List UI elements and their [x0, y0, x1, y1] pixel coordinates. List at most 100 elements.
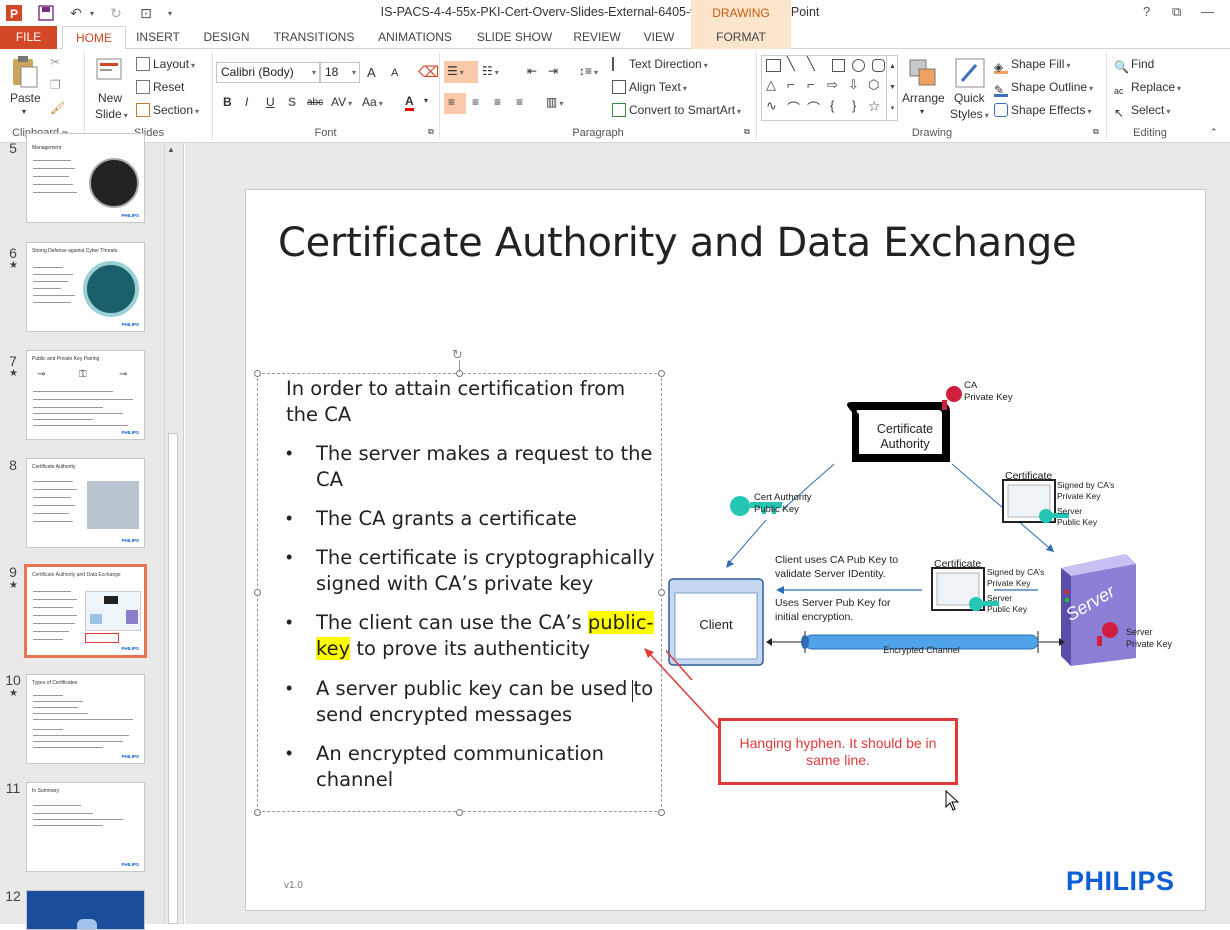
change-case-button[interactable]: Aa ▾	[362, 95, 383, 109]
resize-handle[interactable]	[658, 809, 665, 816]
slide-thumbnail-7[interactable]: Public and Private Key Pairing ⊸ ⚿ ⊸ PHI…	[26, 350, 145, 440]
resize-handle[interactable]	[254, 589, 261, 596]
reset-button[interactable]: Reset	[136, 80, 184, 94]
arrange-dropdown-icon[interactable]: ▾	[920, 107, 924, 116]
shape-effects-button[interactable]: Shape Effects ▾	[994, 103, 1092, 117]
font-family-combo[interactable]: Calibri (Body) ▾	[216, 62, 320, 83]
star-shape-icon[interactable]: ☆	[868, 98, 881, 115]
text-direction-button[interactable]: Text Direction ▾	[612, 57, 708, 71]
slide-thumbnail-11[interactable]: In Summary PHILIPS	[26, 782, 145, 872]
font-size-combo[interactable]: 18 ▾	[320, 62, 360, 83]
decrease-indent-button[interactable]: ⇤	[527, 64, 537, 78]
resize-handle[interactable]	[658, 589, 665, 596]
curve-shape-icon[interactable]: ⌒	[787, 98, 800, 117]
resize-handle[interactable]	[456, 809, 463, 816]
quick-styles-icon[interactable]	[954, 57, 986, 92]
paste-dropdown-icon[interactable]: ▾	[22, 107, 26, 116]
align-right-button[interactable]: ≡	[494, 95, 501, 109]
oval-shape-icon[interactable]	[852, 59, 865, 72]
left-brace-shape-icon[interactable]: {	[830, 98, 834, 113]
text-box-shape-icon[interactable]	[766, 59, 781, 72]
section-button[interactable]: Section ▾	[136, 103, 199, 117]
align-center-button[interactable]: ≡	[472, 95, 479, 109]
paste-icon[interactable]	[9, 55, 39, 94]
rectangle-shape-icon[interactable]	[832, 59, 845, 72]
slide-thumbnail-9-selected[interactable]: Certificate Authority and Data Exchange …	[24, 564, 147, 658]
new-slide-label-1[interactable]: New	[98, 91, 122, 105]
paragraph-dialog-launcher-icon[interactable]: ⧉	[744, 127, 750, 137]
arrange-button[interactable]: Arrange	[902, 91, 945, 105]
slide-thumbnail-12[interactable]	[26, 890, 145, 930]
rotate-handle-icon[interactable]: ↻	[452, 347, 463, 363]
tab-animations[interactable]: ANIMATIONS	[372, 26, 458, 49]
gallery-scroll[interactable]: ▲ ▼ ▾	[886, 56, 898, 120]
bold-button[interactable]: B	[223, 95, 232, 109]
clear-formatting-icon[interactable]: ⌫	[418, 63, 439, 81]
resize-handle[interactable]	[254, 809, 261, 816]
shapes-gallery[interactable]: ╲ ╲ △ ⌐ ⌐ ⇨ ⇩ ⬡ ∿ ⌒ ⌒ { } ☆ ▲ ▼ ▾	[761, 55, 898, 121]
right-arrow-shape-icon[interactable]: ⇨	[827, 77, 838, 93]
quick-styles-label-2[interactable]: Styles ▾	[950, 107, 989, 121]
scroll-up-icon[interactable]: ▲	[167, 145, 175, 154]
tab-transitions[interactable]: TRANSITIONS	[266, 26, 362, 49]
align-left-button[interactable]: ≡	[444, 93, 466, 114]
columns-button[interactable]: ▥ ▾	[546, 95, 563, 109]
resize-handle[interactable]	[254, 370, 261, 377]
line-shape-icon[interactable]: ╲	[787, 56, 795, 72]
grow-font-button[interactable]: A	[367, 65, 376, 80]
arrange-icon[interactable]	[907, 57, 939, 92]
justify-button[interactable]: ≡	[516, 95, 523, 109]
quick-styles-label-1[interactable]: Quick	[954, 91, 985, 105]
paste-button[interactable]: Paste	[10, 91, 41, 105]
triangle-shape-icon[interactable]: △	[766, 77, 776, 93]
find-button[interactable]: 🔍 Find	[1114, 57, 1154, 74]
text-shadow-button[interactable]: S	[288, 95, 296, 109]
flowchart-shape-icon[interactable]: ⬡	[868, 77, 879, 93]
italic-button[interactable]: I	[245, 95, 248, 109]
slide-thumbnail-10[interactable]: Types of Certificates PHILIPS	[26, 674, 145, 764]
new-slide-label-2[interactable]: Slide ▾	[95, 107, 128, 121]
ribbon-display-button[interactable]: ⧉	[1172, 4, 1181, 20]
slide-canvas[interactable]: Certificate Authority and Data Exchange …	[245, 189, 1206, 911]
review-comment-callout[interactable]: Hanging hyphen. It should be in same lin…	[718, 718, 958, 785]
numbering-button[interactable]: ☷ ▾	[482, 64, 499, 78]
right-brace-shape-icon[interactable]: }	[852, 98, 856, 113]
increase-indent-button[interactable]: ⇥	[548, 64, 558, 78]
arrow-line-shape-icon[interactable]: ╲	[807, 56, 815, 72]
slide-title[interactable]: Certificate Authority and Data Exchange	[278, 220, 1077, 266]
minimize-button[interactable]: —	[1201, 4, 1214, 19]
tab-home[interactable]: HOME	[62, 26, 126, 50]
replace-button[interactable]: ac Replace ▾	[1114, 80, 1181, 100]
shrink-font-button[interactable]: A	[391, 67, 398, 79]
line-spacing-button[interactable]: ↕≡ ▾	[579, 64, 598, 78]
slide-thumbnail-6[interactable]: Strong Defense against Cyber Threats PHI…	[26, 242, 145, 332]
thumbnail-scrollbar[interactable]: ▲	[164, 143, 181, 924]
tab-format[interactable]: FORMAT	[691, 26, 791, 49]
collapse-ribbon-icon[interactable]: ⌃	[1210, 127, 1218, 138]
elbow-arrow-icon[interactable]: ⌐	[807, 77, 815, 92]
help-button[interactable]: ?	[1143, 4, 1150, 19]
copy-icon[interactable]: ❐	[50, 78, 61, 92]
resize-handle[interactable]	[658, 370, 665, 377]
arc-shape-icon[interactable]: ⌒	[807, 98, 820, 117]
align-text-button[interactable]: Align Text ▾	[612, 80, 687, 94]
font-dialog-launcher-icon[interactable]: ⧉	[428, 127, 434, 137]
layout-button[interactable]: Layout ▾	[136, 57, 195, 71]
underline-button[interactable]: U	[266, 95, 275, 109]
tab-insert[interactable]: INSERT	[133, 26, 183, 49]
convert-smartart-button[interactable]: Convert to SmartArt ▾	[612, 103, 741, 117]
shape-fill-button[interactable]: ◈ Shape Fill ▾	[994, 57, 1070, 74]
format-painter-icon[interactable]: 🖌	[50, 101, 65, 115]
tab-design[interactable]: DESIGN	[199, 26, 254, 49]
slide-thumbnail-8[interactable]: Certificate Authority PHILIPS	[26, 458, 145, 548]
new-slide-icon[interactable]	[95, 55, 125, 88]
freeform-shape-icon[interactable]: ∿	[766, 98, 777, 114]
rounded-rectangle-shape-icon[interactable]	[872, 59, 885, 72]
character-spacing-button[interactable]: AV ▾	[331, 95, 352, 109]
drawing-dialog-launcher-icon[interactable]: ⧉	[1093, 127, 1099, 137]
tab-review[interactable]: REVIEW	[569, 26, 625, 49]
tab-file[interactable]: FILE	[0, 26, 57, 49]
shape-outline-button[interactable]: ✎ Shape Outline ▾	[994, 80, 1093, 97]
down-arrow-shape-icon[interactable]: ⇩	[848, 77, 859, 93]
font-color-button[interactable]: A	[405, 94, 414, 111]
